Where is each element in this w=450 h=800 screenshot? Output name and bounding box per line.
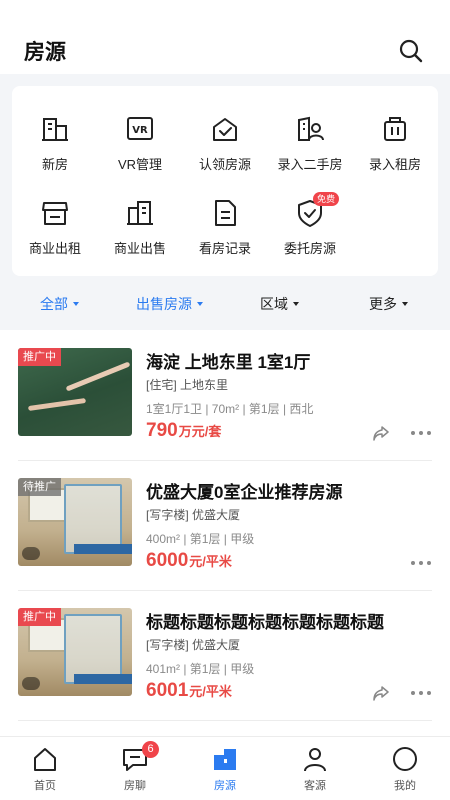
shop-icon [42, 202, 68, 225]
caret-down-icon [197, 302, 203, 307]
grid-item-label: 新房 [41, 157, 68, 172]
listing-photo: 推广中 [18, 608, 132, 696]
grid-item-label: VR管理 [117, 157, 163, 172]
tab-me[interactable]: 我的 [360, 737, 450, 800]
house-listing-icon [214, 749, 236, 770]
grid-item-entrusted[interactable]: 委托房源 [267, 190, 353, 270]
filter-more[interactable]: 更多 [369, 294, 408, 314]
share-icon[interactable] [372, 684, 390, 702]
grid-item-commercial-sale[interactable]: 商业出售 [97, 190, 183, 270]
grid-item-commercial-rent[interactable]: 商业出租 [12, 190, 98, 270]
grid-item-new-house[interactable]: 新房 [12, 106, 98, 186]
tab-chat[interactable]: 6 房聊 [90, 737, 180, 800]
listing-title: 海淀 上地东里 1室1厅 [146, 353, 311, 372]
divider [18, 460, 432, 461]
filter-all[interactable]: 全部 [40, 294, 79, 314]
price-unit: 元/平米 [189, 684, 232, 699]
tab-label: 首页 [34, 780, 56, 792]
listing-photo: 待推广 [18, 478, 132, 566]
free-badge: 免费 [313, 192, 340, 206]
grid-item-label: 录入租房 [368, 157, 421, 172]
unread-badge: 6 [142, 741, 159, 758]
promotion-tag: 推广中 [18, 608, 61, 626]
promotion-tag: 推广中 [18, 348, 61, 366]
grid-item-label: 商业出租 [28, 241, 81, 256]
tab-listings[interactable]: 房源 [180, 737, 270, 800]
grid-item-label: 商业出售 [113, 241, 166, 256]
promotion-tag: 待推广 [18, 478, 61, 496]
tab-label: 我的 [394, 780, 416, 792]
function-grid: 新房 VR VR管理 认领房源 录入二手房 录入租房 商业出租 商业出售 看房记… [12, 86, 438, 276]
caret-down-icon [293, 302, 299, 307]
listing-card[interactable]: 推广中 海淀 上地东里 1室1厅 [住宅] 上地东里 1室1厅1卫 | 70m²… [18, 348, 432, 468]
document-icon [215, 200, 236, 226]
profile-circle-icon [393, 747, 417, 771]
share-icon[interactable] [372, 424, 390, 442]
price-value: 6001 [146, 680, 189, 701]
listing-price: 6001元/平米 [146, 680, 232, 702]
listing-card[interactable]: 推广中 标题标题标题标题标题标题标题 [写字楼] 优盛大厦 401m² | 第1… [18, 608, 432, 728]
rental-icon [384, 117, 406, 141]
grid-item-label: 录入二手房 [277, 157, 343, 172]
filter-label: 出售房源 [136, 296, 192, 312]
listing-type: [写字楼] 优盛大厦 [146, 508, 241, 522]
tab-home[interactable]: 首页 [0, 737, 90, 800]
listing-price: 790万元/套 [146, 420, 221, 442]
search-icon[interactable] [398, 38, 424, 64]
listing-list: 推广中 海淀 上地东里 1室1厅 [住宅] 上地东里 1室1厅1卫 | 70m²… [0, 330, 450, 728]
divider [18, 720, 432, 721]
more-icon[interactable] [409, 426, 433, 440]
listing-card[interactable]: 待推广 优盛大厦0室企业推荐房源 [写字楼] 优盛大厦 400m² | 第1层 … [18, 478, 432, 598]
listing-info: 401m² | 第1层 | 甲级 [146, 662, 255, 676]
claim-house-icon [213, 118, 237, 141]
filter-label: 更多 [369, 296, 397, 312]
tab-label: 客源 [304, 780, 326, 792]
listing-type: [住宅] 上地东里 [146, 378, 229, 392]
filter-area[interactable]: 区域 [260, 294, 299, 314]
tab-clients[interactable]: 客源 [270, 737, 360, 800]
grid-item-claim[interactable]: 认领房源 [182, 106, 268, 186]
listing-title: 标题标题标题标题标题标题标题 [146, 613, 384, 632]
listing-info: 400m² | 第1层 | 甲级 [146, 532, 255, 546]
filter-label: 区域 [260, 296, 288, 312]
listing-info: 1室1厅1卫 | 70m² | 第1层 | 西北 [146, 402, 314, 416]
grid-item-label: 认领房源 [198, 157, 251, 172]
listing-price: 6000元/平米 [146, 550, 232, 572]
caret-down-icon [73, 302, 79, 307]
person-icon [304, 748, 326, 772]
tab-label: 房聊 [124, 780, 146, 792]
grid-item-viewing-records[interactable]: 看房记录 [182, 190, 268, 270]
grid-item-secondhand[interactable]: 录入二手房 [267, 106, 353, 186]
vr-icon: VR [127, 117, 153, 140]
building-icon [42, 118, 68, 141]
filter-for-sale[interactable]: 出售房源 [136, 294, 203, 314]
price-unit: 万元/套 [178, 424, 222, 439]
home-icon [34, 748, 56, 771]
divider [18, 590, 432, 591]
video-icon [22, 547, 40, 560]
video-icon [22, 677, 40, 690]
price-value: 6000 [146, 550, 189, 571]
price-unit: 元/平米 [189, 554, 232, 569]
grid-item-label: 委托房源 [283, 241, 336, 256]
more-icon[interactable] [409, 686, 433, 700]
grid-item-label: 看房记录 [198, 241, 251, 256]
listing-type: [写字楼] 优盛大厦 [146, 638, 241, 652]
page-title: 房源 [24, 41, 66, 64]
secondhand-house-icon [298, 116, 324, 141]
grid-item-rental[interactable]: 录入租房 [352, 106, 438, 186]
listing-title: 优盛大厦0室企业推荐房源 [146, 483, 343, 502]
tab-label: 房源 [214, 780, 236, 792]
grid-item-vr[interactable]: VR VR管理 [97, 106, 183, 186]
svg-text:VR: VR [132, 125, 148, 136]
bottom-tab-bar: 首页 6 房聊 房源 客源 我的 [0, 736, 450, 800]
more-icon[interactable] [409, 556, 433, 570]
commercial-building-icon [127, 201, 153, 225]
price-value: 790 [146, 420, 178, 441]
listing-photo: 推广中 [18, 348, 132, 436]
filter-label: 全部 [40, 296, 68, 312]
filter-bar: 全部 出售房源 区域 更多 [0, 282, 450, 326]
caret-down-icon [402, 302, 408, 307]
